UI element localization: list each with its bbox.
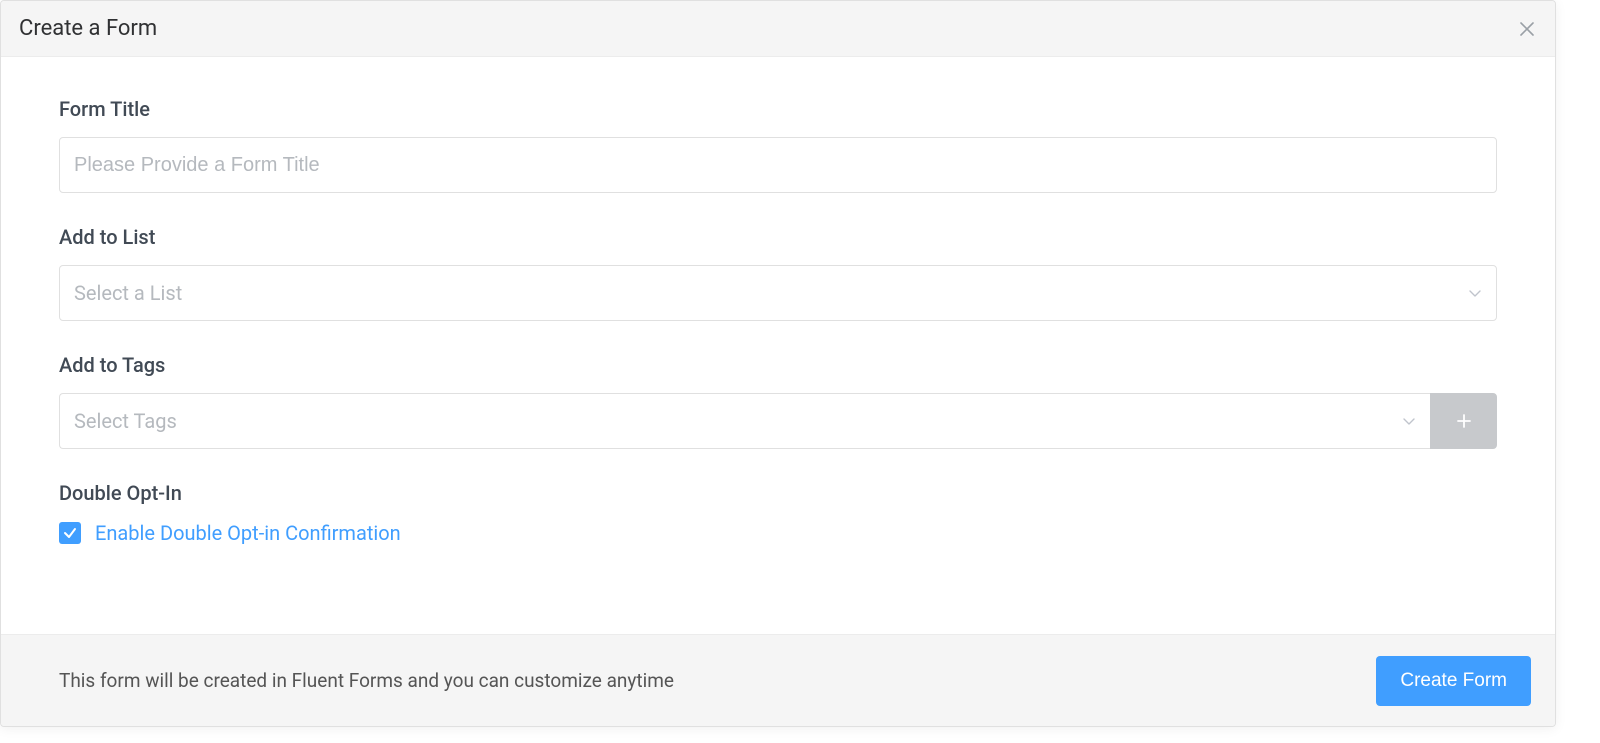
add-to-tags-label: Add to Tags (59, 353, 1497, 377)
list-select[interactable]: Select a List (59, 265, 1497, 321)
tags-select-placeholder: Select Tags (74, 409, 177, 433)
field-add-to-tags: Add to Tags Select Tags (59, 353, 1497, 449)
tags-select[interactable]: Select Tags (59, 393, 1430, 449)
field-double-optin: Double Opt-In Enable Double Opt-in Confi… (59, 481, 1497, 545)
create-form-modal: Create a Form Form Title Add to List Sel… (0, 0, 1556, 727)
checkbox (59, 522, 81, 544)
create-form-button[interactable]: Create Form (1376, 656, 1531, 706)
list-select-placeholder: Select a List (74, 281, 182, 305)
modal-title: Create a Form (19, 16, 157, 41)
chevron-down-icon (1402, 414, 1416, 428)
close-button[interactable] (1517, 19, 1537, 39)
form-title-label: Form Title (59, 97, 1497, 121)
modal-footer: This form will be created in Fluent Form… (1, 634, 1555, 726)
close-icon (1519, 21, 1535, 37)
chevron-down-icon (1468, 286, 1482, 300)
modal-header: Create a Form (1, 1, 1555, 57)
modal-body: Form Title Add to List Select a List Add… (1, 57, 1555, 634)
double-optin-label: Double Opt-In (59, 481, 1497, 505)
check-icon (63, 526, 77, 540)
double-optin-toggle[interactable]: Enable Double Opt-in Confirmation (59, 521, 1497, 545)
plus-icon (1456, 413, 1472, 429)
form-title-input[interactable] (59, 137, 1497, 193)
footer-hint: This form will be created in Fluent Form… (59, 669, 674, 692)
field-add-to-list: Add to List Select a List (59, 225, 1497, 321)
add-tag-button[interactable] (1430, 393, 1497, 449)
field-form-title: Form Title (59, 97, 1497, 193)
add-to-list-label: Add to List (59, 225, 1497, 249)
double-optin-checkbox-label: Enable Double Opt-in Confirmation (95, 521, 401, 545)
